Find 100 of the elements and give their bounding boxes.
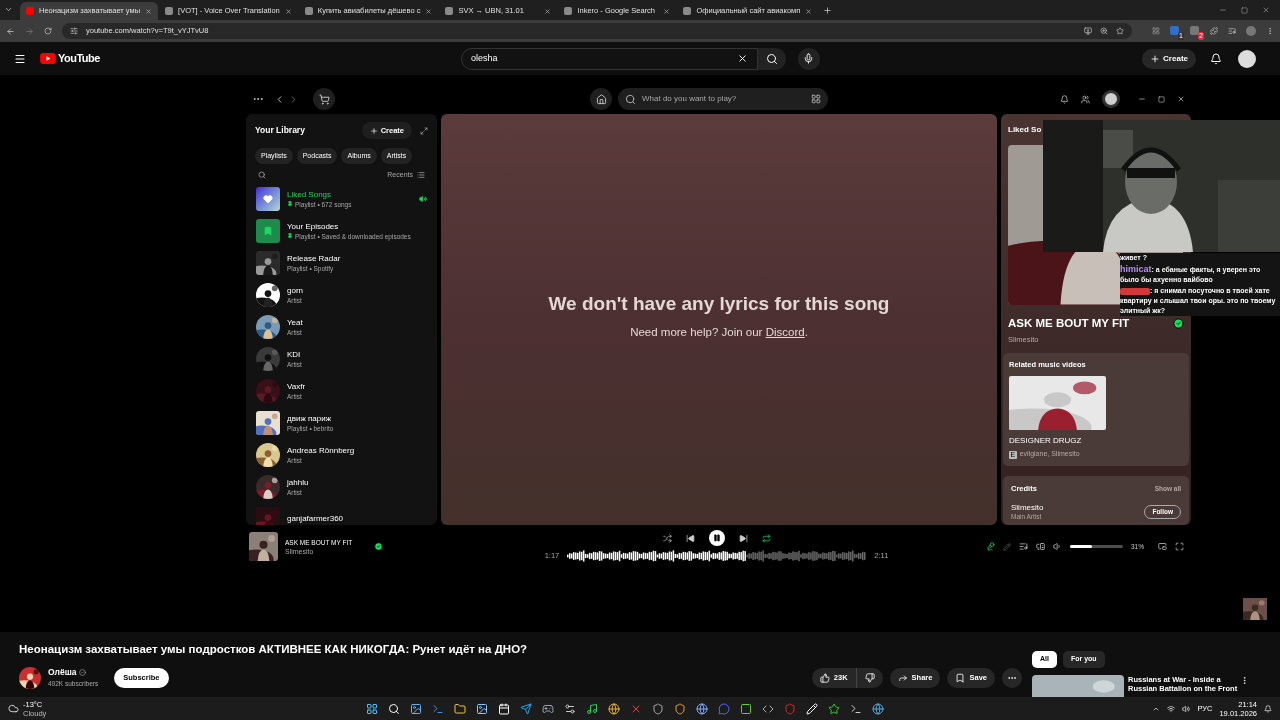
saved-check-icon[interactable]	[374, 542, 384, 551]
shield-icon[interactable]	[652, 702, 665, 715]
close-icon[interactable]	[1177, 95, 1185, 103]
close-icon[interactable]	[663, 7, 671, 15]
close-icon[interactable]	[544, 7, 552, 15]
shield-icon[interactable]	[674, 702, 687, 715]
maximize-icon[interactable]	[1158, 95, 1165, 103]
item-name: jahhlu	[287, 476, 310, 488]
chat-icon[interactable]	[718, 702, 731, 715]
play-pause-button[interactable]	[708, 530, 725, 546]
thumbs-down-icon	[864, 672, 875, 683]
search-icon[interactable]	[388, 702, 401, 715]
queue-icon[interactable]	[1019, 542, 1028, 551]
waveform-track[interactable]	[567, 549, 867, 563]
saved-check-icon[interactable]	[1173, 317, 1184, 329]
item-name: Yeat	[287, 316, 304, 328]
globe-icon[interactable]	[608, 702, 621, 715]
item-name: gorn	[287, 284, 304, 296]
miniplayer-icon[interactable]	[1158, 542, 1167, 551]
cloud-icon	[8, 703, 19, 714]
voice-search-button[interactable]	[797, 47, 820, 70]
back-icon[interactable]	[6, 26, 15, 36]
search-field[interactable]: olesha	[460, 47, 758, 70]
close-icon[interactable]	[284, 7, 292, 15]
speaker-icon	[419, 194, 427, 203]
fullscreen-icon[interactable]	[1175, 542, 1184, 551]
cart-button[interactable]	[313, 88, 335, 110]
clear-icon[interactable]	[736, 53, 748, 64]
grid-icon[interactable]	[1152, 27, 1160, 35]
close-icon[interactable]	[425, 7, 433, 15]
close-icon[interactable]	[1262, 6, 1270, 14]
gamepad-icon[interactable]	[542, 702, 555, 715]
maximize-icon[interactable]	[1241, 6, 1248, 14]
item-name: Andreas Rönnberg	[287, 444, 356, 456]
search-field[interactable]: What do you want to play?	[618, 88, 828, 110]
gear-icon[interactable]	[564, 702, 577, 715]
devices-icon[interactable]	[1036, 542, 1045, 551]
block-icon[interactable]	[740, 702, 753, 715]
globe-icon[interactable]	[872, 702, 885, 715]
shield-icon[interactable]	[784, 702, 797, 715]
home-button[interactable]	[590, 88, 612, 110]
close-icon[interactable]	[145, 7, 153, 15]
favicon-icon	[564, 7, 573, 15]
more-button[interactable]	[1002, 667, 1022, 688]
calendar-icon[interactable]	[498, 702, 511, 715]
image-icon[interactable]	[410, 702, 423, 715]
music-icon[interactable]	[586, 702, 599, 715]
send-icon[interactable]	[520, 702, 533, 715]
item-name: Liked Songs	[287, 188, 333, 200]
terminal-icon[interactable]	[432, 702, 445, 715]
volume-icon[interactable]	[1053, 542, 1062, 551]
media-icon[interactable]	[1228, 27, 1236, 35]
puzzle-icon[interactable]	[1210, 27, 1218, 35]
favicon-icon	[26, 7, 34, 15]
lyrics-icon[interactable]	[986, 542, 995, 551]
expand-icon[interactable]	[420, 126, 428, 135]
search-placeholder: What do you want to play?	[642, 93, 737, 105]
bell-icon[interactable]	[1210, 52, 1222, 65]
star-icon[interactable]	[828, 702, 841, 715]
channel-name[interactable]: Олёша	[48, 666, 77, 679]
profile-avatar[interactable]	[1246, 26, 1256, 36]
search-icon	[765, 52, 778, 65]
photo-icon[interactable]	[476, 702, 489, 715]
menu-icon[interactable]	[14, 52, 26, 65]
terminal-icon[interactable]	[850, 702, 863, 715]
list-icon[interactable]	[417, 171, 425, 180]
library-title: Your Library	[255, 124, 305, 137]
plus-icon	[369, 126, 378, 135]
reload-icon[interactable]	[44, 27, 52, 35]
globe-icon[interactable]	[696, 702, 709, 715]
youtube-logo-text: YouTube	[58, 51, 100, 67]
more-icon[interactable]	[1240, 676, 1249, 685]
notification-icon[interactable]	[1264, 704, 1272, 713]
windows-icon[interactable]	[366, 702, 379, 715]
zoom-icon[interactable]	[1100, 27, 1108, 35]
search-button[interactable]	[757, 47, 786, 70]
cart-icon	[318, 93, 330, 105]
new-tab-icon[interactable]	[823, 6, 833, 15]
account-avatar[interactable]	[1238, 49, 1256, 68]
volume-slider[interactable]	[1070, 545, 1123, 548]
wifi-icon[interactable]	[1167, 704, 1176, 713]
install-icon[interactable]	[1084, 27, 1092, 35]
shuffle-icon[interactable]	[662, 533, 672, 543]
browse-icon[interactable]	[811, 94, 821, 104]
account-avatar[interactable]	[1102, 90, 1120, 108]
create-button[interactable]: Create	[1142, 48, 1196, 69]
close-icon[interactable]	[805, 7, 813, 15]
folder-icon[interactable]	[454, 702, 467, 715]
search-icon[interactable]	[258, 171, 266, 180]
discord-link[interactable]: Discord	[765, 326, 805, 339]
previous-icon[interactable]	[685, 533, 695, 543]
volume-icon[interactable]	[1182, 704, 1191, 713]
bookmark-star-icon[interactable]	[1116, 27, 1124, 35]
tab-menu-icon[interactable]	[4, 5, 13, 14]
next-icon[interactable]	[738, 533, 748, 543]
bell-icon[interactable]	[1060, 94, 1069, 104]
lyrics-message: We don't have any lyrics for this song	[548, 291, 890, 316]
repeat-icon[interactable]	[761, 533, 771, 543]
friends-icon[interactable]	[1081, 94, 1090, 104]
search-icon	[625, 93, 636, 105]
